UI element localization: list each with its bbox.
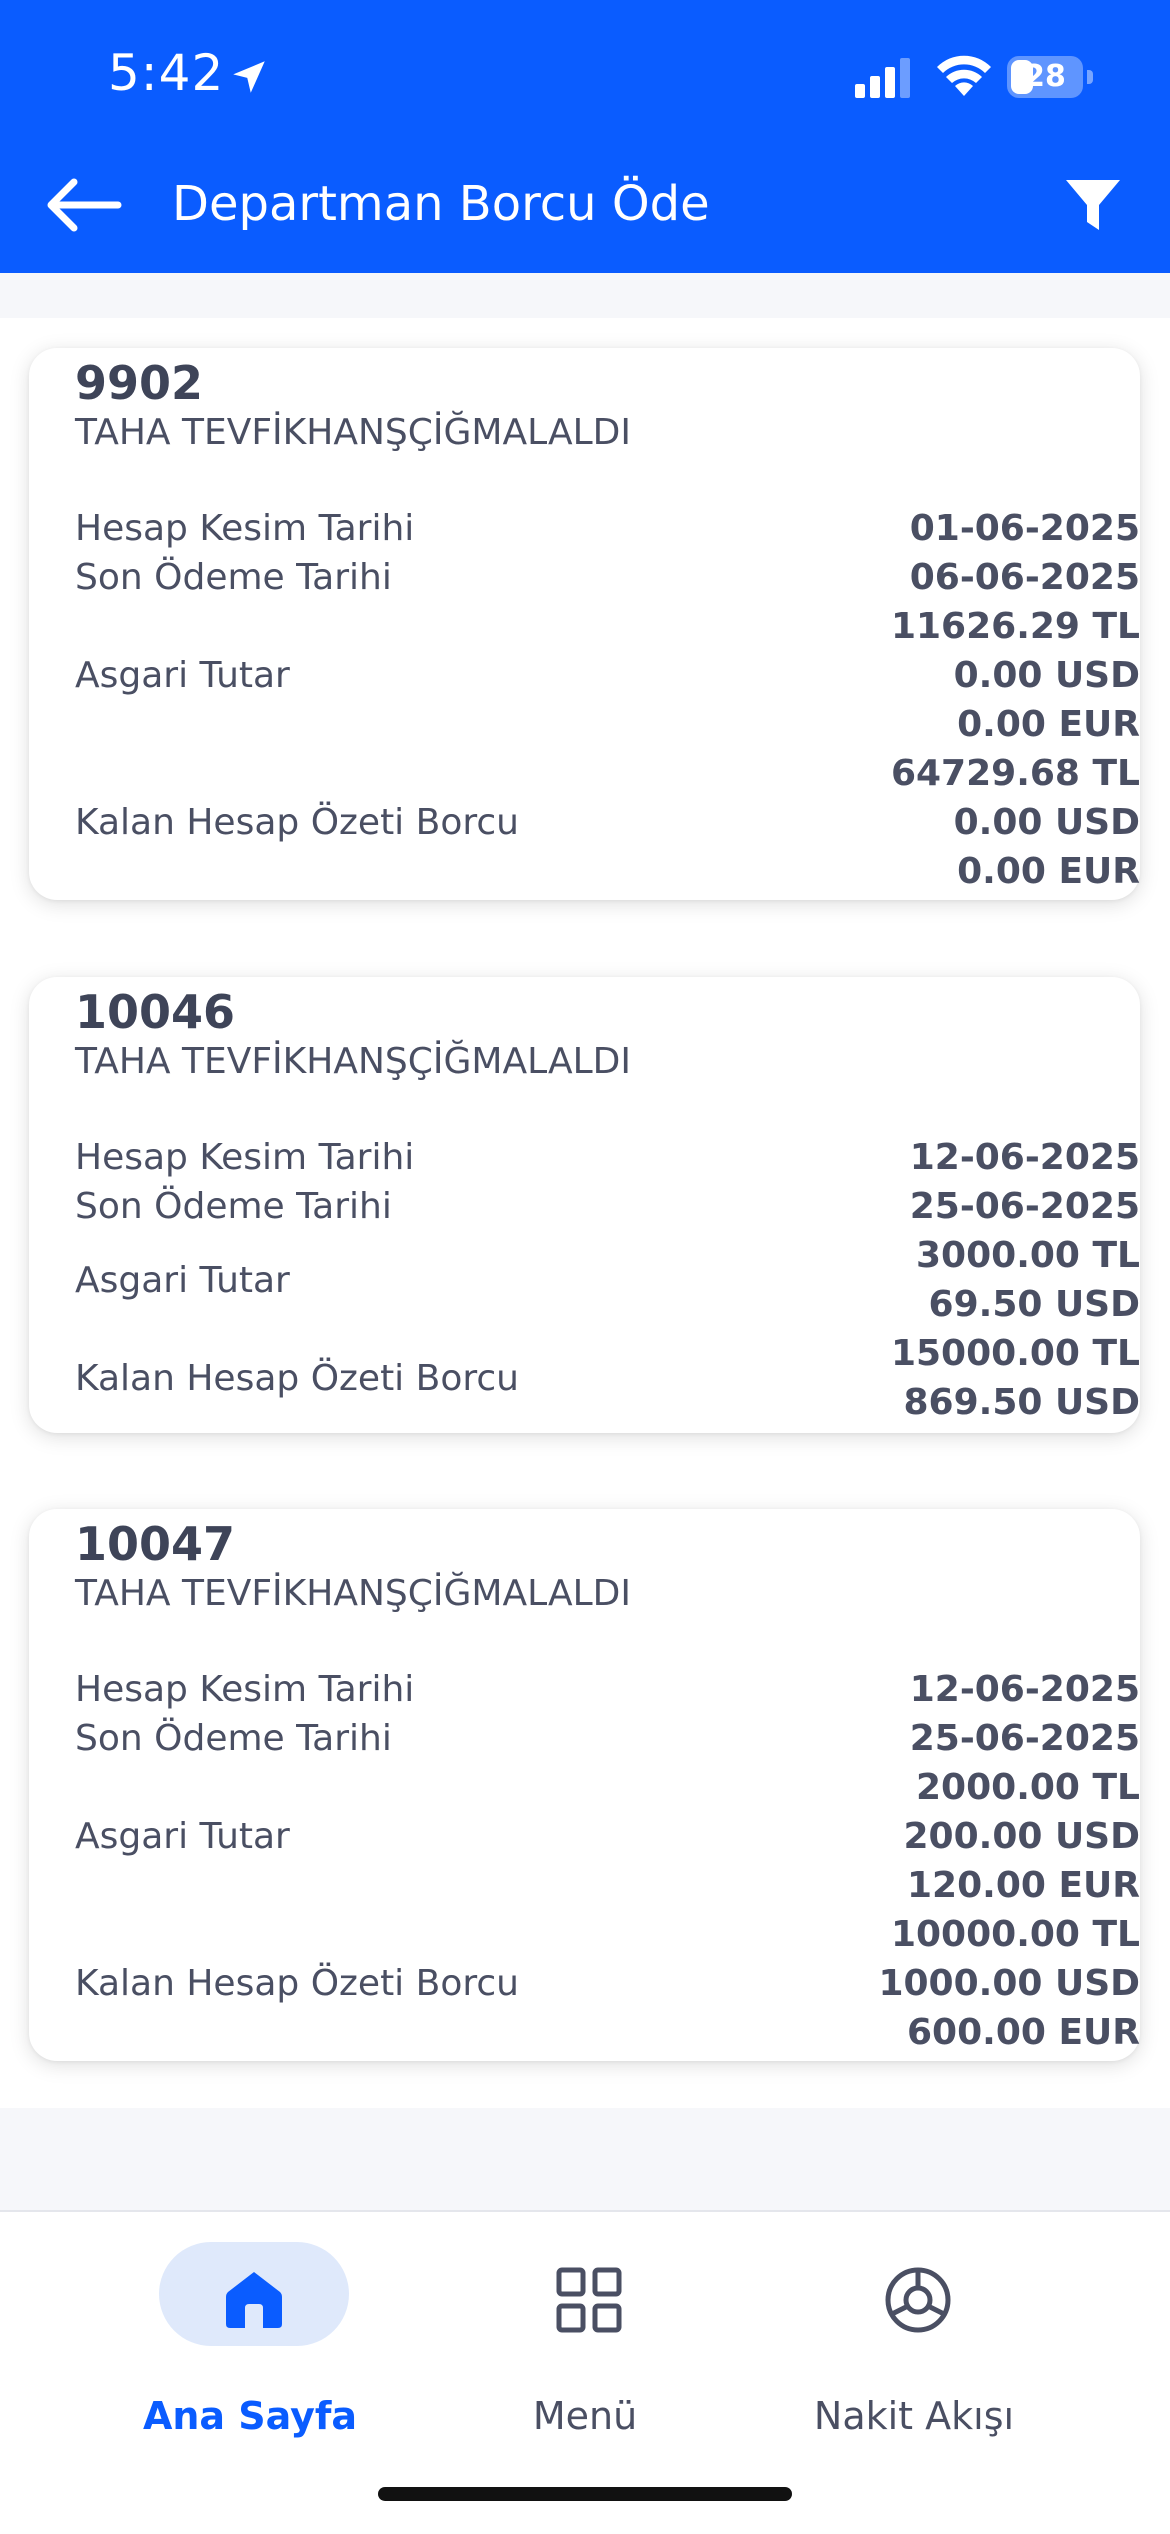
debt-card[interactable]: 10047 TAHA TEVFİKHANŞÇİĞMALALDI Hesap Ke…: [29, 1509, 1140, 2061]
cash-flow-icon: [885, 2267, 951, 2333]
nav-item-menu[interactable]: Menü: [435, 2242, 735, 2442]
cut-date-value: 12-06-2025: [909, 1669, 1140, 1710]
min-amount-value: 69.50 USD: [928, 1284, 1140, 1325]
remaining-value: 10000.00 TL: [890, 1914, 1140, 1955]
nav-item-cash-flow[interactable]: Nakit Akışı: [764, 2242, 1064, 2442]
remaining-value: 600.00 EUR: [907, 2012, 1140, 2053]
cut-date-value: 01-06-2025: [909, 508, 1140, 549]
card-name: TAHA TEVFİKHANŞÇİĞMALALDI: [75, 412, 631, 453]
remaining-value: 0.00 EUR: [957, 851, 1140, 892]
home-indicator: [378, 2487, 792, 2501]
page-title: Departman Borcu Öde: [172, 176, 710, 232]
bottom-navigation: Ana Sayfa Menü Nakit Akışı: [0, 2210, 1170, 2534]
remaining-value: 869.50 USD: [903, 1382, 1141, 1423]
due-date-value: 25-06-2025: [909, 1186, 1140, 1227]
remaining-label: Kalan Hesap Özeti Borcu: [75, 802, 519, 843]
min-amount-label: Asgari Tutar: [75, 1260, 290, 1301]
remaining-value: 0.00 USD: [953, 802, 1140, 843]
card-id: 9902: [75, 356, 204, 410]
min-amount-value: 3000.00 TL: [916, 1235, 1140, 1276]
min-amount-value: 0.00 EUR: [957, 704, 1140, 745]
filter-icon[interactable]: [1060, 172, 1126, 238]
nav-label: Menü: [532, 2394, 638, 2438]
location-arrow-icon: [233, 61, 265, 93]
grid-icon: [556, 2267, 622, 2333]
due-date-label: Son Ödeme Tarihi: [75, 557, 392, 598]
cut-date-label: Hesap Kesim Tarihi: [75, 1669, 415, 1710]
min-amount-label: Asgari Tutar: [75, 655, 290, 696]
card-id: 10047: [75, 1517, 236, 1571]
back-arrow-icon[interactable]: [40, 170, 124, 240]
battery-icon: 28: [1007, 56, 1093, 100]
due-date-label: Son Ödeme Tarihi: [75, 1718, 392, 1759]
cut-date-value: 12-06-2025: [909, 1137, 1140, 1178]
remaining-value: 1000.00 USD: [878, 1963, 1140, 2004]
wifi-icon: [937, 55, 991, 96]
min-amount-value: 2000.00 TL: [916, 1767, 1140, 1808]
cellular-signal-icon: [855, 58, 910, 98]
home-icon: [226, 2272, 282, 2328]
due-date-value: 06-06-2025: [909, 557, 1140, 598]
min-amount-value: 120.00 EUR: [907, 1865, 1140, 1906]
card-name: TAHA TEVFİKHANŞÇİĞMALALDI: [75, 1573, 631, 1614]
cut-date-label: Hesap Kesim Tarihi: [75, 508, 415, 549]
top-bar: 5:42 28 Departman Borcu Öde: [0, 0, 1170, 273]
min-amount-label: Asgari Tutar: [75, 1816, 290, 1857]
debt-card[interactable]: 10046 TAHA TEVFİKHANŞÇİĞMALALDI Hesap Ke…: [29, 977, 1140, 1433]
cut-date-label: Hesap Kesim Tarihi: [75, 1137, 415, 1178]
min-amount-value: 0.00 USD: [953, 655, 1140, 696]
nav-label: Nakit Akışı: [813, 2394, 1015, 2438]
debt-card[interactable]: 9902 TAHA TEVFİKHANŞÇİĞMALALDI Hesap Kes…: [29, 348, 1140, 900]
battery-level: 28: [1024, 59, 1066, 94]
status-time: 5:42: [108, 44, 225, 102]
card-id: 10046: [75, 985, 236, 1039]
nav-item-home[interactable]: Ana Sayfa: [100, 2242, 400, 2442]
remaining-value: 15000.00 TL: [890, 1333, 1140, 1374]
min-amount-value: 11626.29 TL: [890, 606, 1140, 647]
min-amount-value: 200.00 USD: [903, 1816, 1141, 1857]
due-date-label: Son Ödeme Tarihi: [75, 1186, 392, 1227]
remaining-value: 64729.68 TL: [890, 753, 1140, 794]
card-name: TAHA TEVFİKHANŞÇİĞMALALDI: [75, 1041, 631, 1082]
nav-label: Ana Sayfa: [142, 2394, 358, 2438]
due-date-value: 25-06-2025: [909, 1718, 1140, 1759]
remaining-label: Kalan Hesap Özeti Borcu: [75, 1358, 519, 1399]
remaining-label: Kalan Hesap Özeti Borcu: [75, 1963, 519, 2004]
